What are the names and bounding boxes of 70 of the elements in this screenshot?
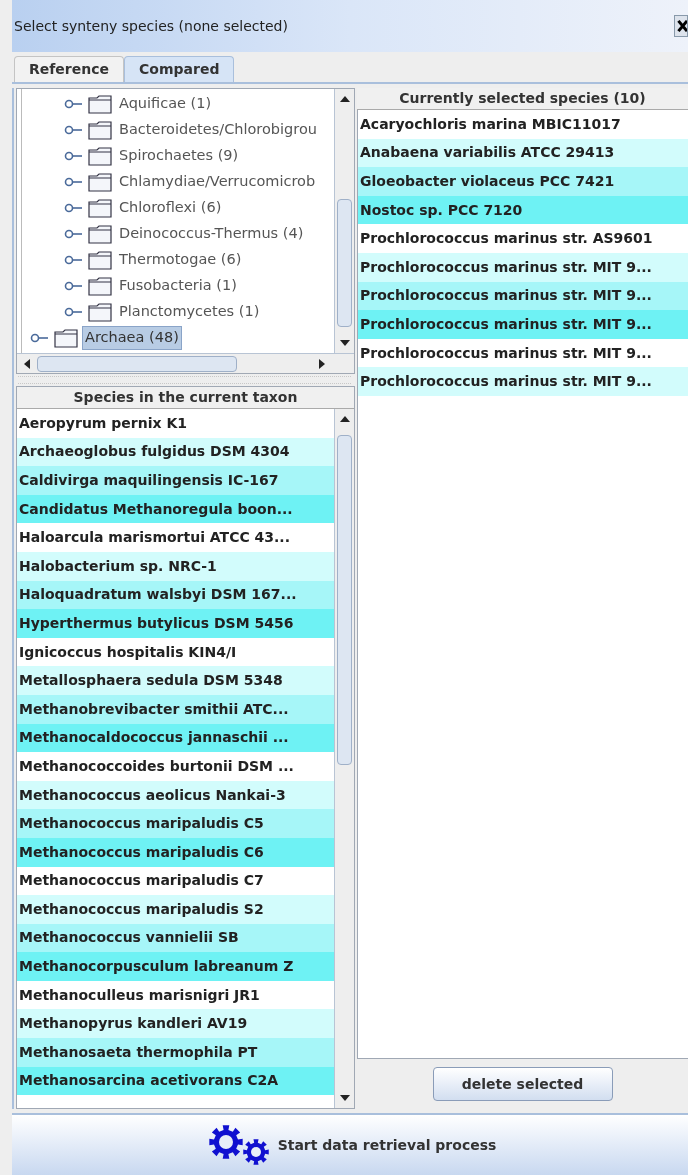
down-arrow-icon[interactable] (339, 340, 350, 346)
vertical-scrollbar[interactable] (334, 409, 354, 1108)
species-row[interactable]: Caldivirga maquilingensis IC-167 (17, 466, 334, 495)
vertical-scrollbar[interactable] (334, 89, 354, 353)
species-row[interactable]: Prochlorococcus marinus str. MIT 9... (358, 367, 688, 396)
tree-item[interactable]: Archaea (48) (82, 326, 182, 350)
species-row[interactable]: Haloquadratum walsbyi DSM 167... (17, 580, 334, 610)
tree-item[interactable]: Fusobacteria (1) (116, 274, 240, 298)
folder-icon (88, 302, 112, 322)
tree-item[interactable]: Aquificae (1) (116, 92, 215, 116)
species-row[interactable]: Methanococcus maripaludis C6 (17, 837, 334, 867)
folder-icon (88, 146, 112, 166)
species-row[interactable]: Candidatus Methanoregula boon... (17, 494, 334, 524)
tree-item[interactable]: Spirochaetes (9) (116, 144, 242, 168)
expand-handle-icon[interactable] (64, 203, 84, 213)
folder-icon (88, 172, 112, 192)
species-row[interactable]: Methanococcus maripaludis C5 (17, 809, 334, 838)
tree-item[interactable]: Chloroflexi (6) (116, 196, 225, 220)
species-row[interactable]: Metallosphaera sedula DSM 5348 (17, 666, 334, 695)
close-icon[interactable] (674, 15, 688, 37)
species-row[interactable]: Methanopyrus kandleri AV19 (17, 1009, 334, 1039)
species-row[interactable]: Archaeoglobus fulgidus DSM 4304 (17, 437, 334, 467)
folder-icon (88, 250, 112, 270)
expand-handle-icon[interactable] (64, 151, 84, 161)
tab[interactable]: Compared (124, 56, 235, 82)
delete-button[interactable]: delete selected (432, 1067, 613, 1101)
species-row[interactable]: Methanococcus aeolicus Nankai-3 (17, 780, 334, 810)
species-row[interactable]: Prochlorococcus marinus str. MIT 9... (358, 310, 688, 339)
species-row[interactable]: Hyperthermus butylicus DSM 5456 (17, 609, 334, 638)
folder-icon (88, 224, 112, 244)
species-row[interactable]: Methanobrevibacter smithii ATC... (17, 694, 334, 724)
tree-item[interactable]: Planctomycetes (1) (116, 300, 263, 324)
scroll-thumb[interactable] (337, 199, 352, 327)
tree-item[interactable]: Chlamydiae/Verrucomicrob (116, 170, 319, 194)
start-button[interactable]: Start data retrieval process (12, 1113, 688, 1175)
folder-icon (54, 328, 78, 348)
folder-icon (88, 198, 112, 218)
species-row[interactable]: Methanococcus vannielii SB (17, 923, 334, 953)
expand-handle-icon[interactable] (30, 333, 50, 343)
window-title: Select synteny species (none selected) (13, 16, 288, 36)
expand-handle-icon[interactable] (64, 307, 84, 317)
up-arrow-icon[interactable] (339, 416, 350, 422)
species-row[interactable]: Prochlorococcus marinus str. MIT 9... (358, 281, 688, 311)
species-row[interactable]: Prochlorococcus marinus str. MIT 9... (358, 252, 688, 282)
expand-handle-icon[interactable] (64, 125, 84, 135)
species-row[interactable]: Methanosarcina acetivorans C2A (17, 1066, 334, 1096)
expand-handle-icon[interactable] (64, 255, 84, 265)
down-arrow-icon[interactable] (339, 1095, 350, 1101)
species-row[interactable]: Halobacterium sp. NRC-1 (17, 551, 334, 581)
species-row[interactable]: Anabaena variabilis ATCC 29413 (358, 138, 688, 168)
tree-item[interactable]: Bacteroidetes/Chlorobigrou (116, 118, 320, 142)
species-row[interactable]: Methanocorpusculum labreanum Z (17, 952, 334, 981)
tree-item[interactable]: Thermotogae (6) (116, 248, 245, 272)
expand-handle-icon[interactable] (64, 281, 84, 291)
folder-icon (88, 94, 112, 114)
tree-item[interactable]: Deinococcus-Thermus (4) (116, 222, 307, 246)
folder-icon (88, 276, 112, 296)
species-row[interactable]: Gloeobacter violaceus PCC 7421 (358, 167, 688, 196)
folder-icon (88, 120, 112, 140)
tab[interactable]: Reference (14, 56, 125, 82)
species-row[interactable]: Methanococcus maripaludis S2 (17, 895, 334, 924)
expand-handle-icon[interactable] (64, 177, 84, 187)
horizontal-scrollbar[interactable] (17, 353, 354, 373)
expand-handle-icon[interactable] (64, 99, 84, 109)
species-row[interactable]: Methanocaldococcus jannaschii ... (17, 723, 334, 753)
up-arrow-icon[interactable] (339, 96, 350, 102)
expand-handle-icon[interactable] (64, 229, 84, 239)
scroll-thumb[interactable] (337, 435, 352, 765)
species-row[interactable]: Nostoc sp. PCC 7120 (358, 195, 688, 225)
species-row[interactable]: Methanosaeta thermophila PT (17, 1038, 334, 1067)
